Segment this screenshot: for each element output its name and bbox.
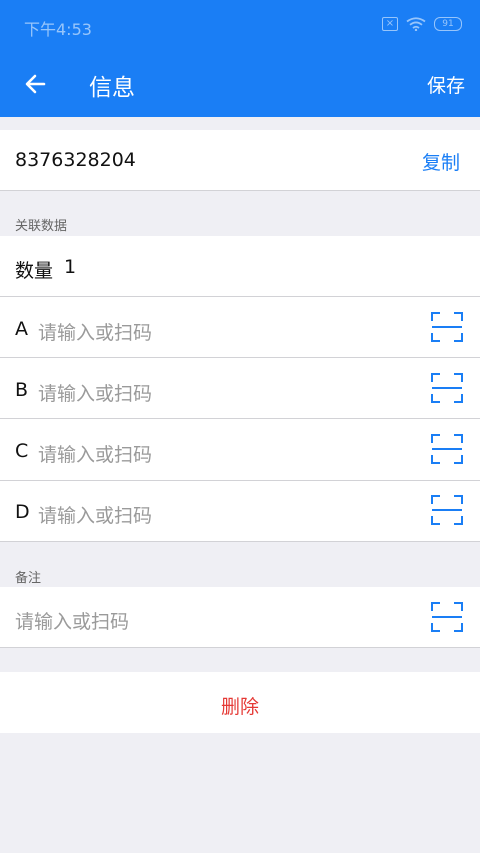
field-label-b: B (15, 379, 29, 401)
section-label-related: 关联数据 (15, 219, 68, 234)
divider (0, 541, 480, 542)
status-time: 下午4:53 (24, 20, 92, 39)
app-bar: 信息 保存 (0, 52, 480, 117)
battery-icon: 91 (434, 17, 462, 31)
field-label-a: A (15, 318, 28, 340)
close-box-icon: × (382, 17, 398, 31)
wifi-icon (406, 17, 426, 31)
quantity-value: 1 (64, 256, 77, 278)
scan-icon[interactable] (431, 602, 463, 632)
field-input-d[interactable]: 请输入或扫码 (38, 501, 152, 528)
page-title: 信息 (89, 75, 135, 101)
remark-input[interactable]: 请输入或扫码 (15, 607, 129, 634)
scan-icon[interactable] (431, 495, 463, 525)
section-label-remark: 备注 (15, 571, 42, 586)
status-icons: × 91 (382, 17, 462, 31)
quantity-label: 数量 (15, 260, 54, 282)
field-input-c[interactable]: 请输入或扫码 (38, 440, 152, 467)
field-input-a[interactable]: 请输入或扫码 (38, 318, 152, 345)
arrow-left-icon[interactable] (22, 70, 50, 98)
code-value: 8376328204 (15, 149, 136, 171)
divider (0, 480, 480, 481)
scan-icon[interactable] (431, 434, 463, 464)
scan-icon[interactable] (431, 312, 463, 342)
divider (0, 357, 480, 358)
divider (0, 296, 480, 297)
divider (0, 190, 480, 191)
delete-button[interactable]: 删除 (0, 692, 480, 719)
copy-button[interactable]: 复制 (422, 148, 460, 175)
save-button[interactable]: 保存 (427, 71, 465, 98)
field-label-d: D (15, 501, 30, 523)
divider (0, 418, 480, 419)
status-bar: 下午4:53 × 91 (0, 0, 480, 52)
field-label-c: C (15, 440, 29, 462)
field-input-b[interactable]: 请输入或扫码 (38, 379, 152, 406)
scan-icon[interactable] (431, 373, 463, 403)
divider (0, 647, 480, 648)
